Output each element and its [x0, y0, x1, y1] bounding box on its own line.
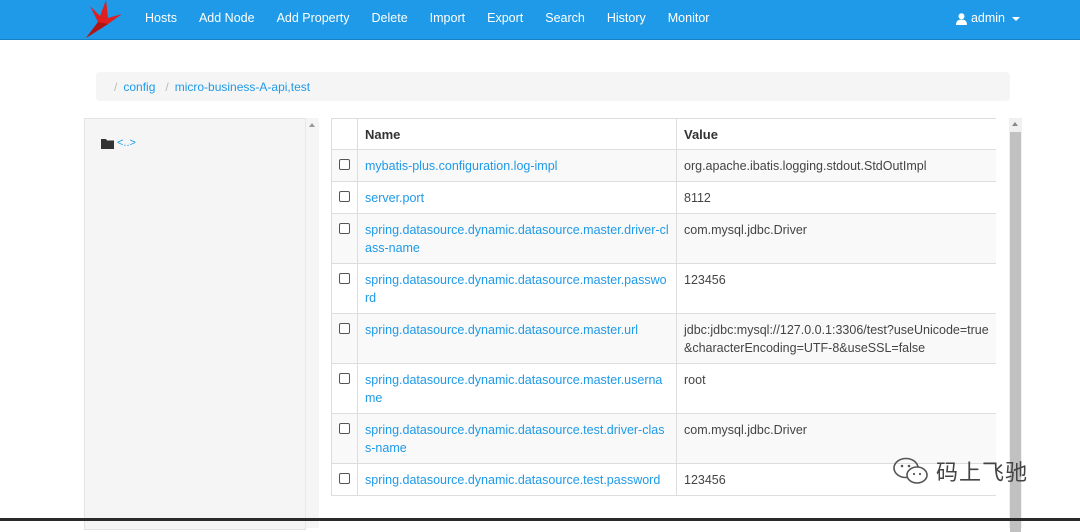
property-name-link[interactable]: spring.datasource.dynamic.datasource.mas… — [365, 323, 638, 337]
table-row: mybatis-plus.configuration.log-impl org.… — [331, 149, 996, 182]
nav-export[interactable]: Export — [476, 0, 534, 39]
wechat-icon — [893, 457, 928, 484]
user-menu[interactable]: admin — [955, 0, 1020, 37]
header-select — [331, 118, 358, 150]
property-value: com.mysql.jdbc.Driver — [684, 423, 807, 437]
table-row: spring.datasource.dynamic.datasource.mas… — [331, 213, 996, 264]
property-name-link[interactable]: spring.datasource.dynamic.datasource.mas… — [365, 273, 667, 305]
user-icon — [955, 12, 967, 25]
nav-menu: Hosts Add Node Add Property Delete Impor… — [134, 0, 720, 39]
bird-logo-icon[interactable] — [84, 0, 124, 40]
nav-monitor[interactable]: Monitor — [657, 0, 721, 39]
name-cell: spring.datasource.dynamic.datasource.mas… — [357, 263, 677, 314]
user-name: admin — [970, 11, 1005, 25]
table-row: spring.datasource.dynamic.datasource.mas… — [331, 363, 996, 414]
name-cell: mybatis-plus.configuration.log-impl — [357, 149, 677, 182]
row-checkbox[interactable] — [339, 473, 350, 484]
property-name-link[interactable]: spring.datasource.dynamic.datasource.mas… — [365, 373, 662, 405]
property-name-link[interactable]: spring.datasource.dynamic.datasource.mas… — [365, 223, 669, 255]
property-value: 123456 — [684, 473, 726, 487]
scroll-up-icon[interactable] — [309, 123, 315, 127]
table-row: spring.datasource.dynamic.datasource.mas… — [331, 313, 996, 364]
table-row: server.port 8112 — [331, 181, 996, 214]
row-checkbox[interactable] — [339, 273, 350, 284]
name-cell: spring.datasource.dynamic.datasource.mas… — [357, 213, 677, 264]
value-cell: root — [676, 363, 996, 414]
value-cell: 123456 — [676, 263, 996, 314]
property-name-link[interactable]: server.port — [365, 191, 424, 205]
row-select-cell — [331, 213, 358, 264]
value-cell: org.apache.ibatis.logging.stdout.StdOutI… — [676, 149, 996, 182]
property-value: com.mysql.jdbc.Driver — [684, 223, 807, 237]
name-cell: spring.datasource.dynamic.datasource.tes… — [357, 413, 677, 464]
scroll-up-icon[interactable] — [1012, 122, 1018, 126]
parent-folder-item[interactable]: <..> — [101, 137, 136, 149]
property-value: 8112 — [684, 191, 711, 205]
breadcrumb: / config / micro-business-A-api,test — [96, 72, 1010, 101]
property-value: root — [684, 373, 706, 387]
property-name-link[interactable]: spring.datasource.dynamic.datasource.tes… — [365, 473, 660, 487]
breadcrumb-separator: / — [165, 79, 169, 94]
chevron-down-icon — [1012, 16, 1020, 21]
name-cell: server.port — [357, 181, 677, 214]
row-select-cell — [331, 149, 358, 182]
property-value: org.apache.ibatis.logging.stdout.StdOutI… — [684, 159, 927, 173]
header-name[interactable]: Name — [357, 118, 677, 150]
name-cell: spring.datasource.dynamic.datasource.tes… — [357, 463, 677, 496]
row-checkbox[interactable] — [339, 159, 350, 170]
row-checkbox[interactable] — [339, 423, 350, 434]
table-header-row: Name Value — [331, 118, 996, 150]
parent-folder-link[interactable]: <..> — [117, 137, 136, 149]
node-tree-panel: <..> — [84, 118, 306, 530]
row-select-cell — [331, 463, 358, 496]
nav-history[interactable]: History — [596, 0, 657, 39]
row-select-cell — [331, 413, 358, 464]
row-select-cell — [331, 263, 358, 314]
watermark-text: 码上飞驰 — [936, 461, 1029, 486]
row-checkbox[interactable] — [339, 223, 350, 234]
table-row: spring.datasource.dynamic.datasource.mas… — [331, 263, 996, 314]
row-checkbox[interactable] — [339, 373, 350, 384]
folder-icon — [101, 138, 114, 149]
nav-delete[interactable]: Delete — [361, 0, 419, 39]
breadcrumb-config[interactable]: config — [123, 80, 155, 94]
nav-add-node[interactable]: Add Node — [188, 0, 266, 39]
breadcrumb-node[interactable]: micro-business-A-api,test — [175, 80, 310, 94]
wechat-watermark: 码上飞驰 — [892, 455, 1028, 487]
breadcrumb-separator: / — [114, 79, 118, 94]
nav-add-property[interactable]: Add Property — [266, 0, 361, 39]
row-checkbox[interactable] — [339, 323, 350, 334]
row-select-cell — [331, 181, 358, 214]
property-table: Name Value mybatis-plus.configuration.lo… — [331, 118, 996, 496]
value-cell: jdbc:jdbc:mysql://127.0.0.1:3306/test?us… — [676, 313, 996, 364]
property-value: 123456 — [684, 273, 726, 287]
row-select-cell — [331, 313, 358, 364]
row-select-cell — [331, 363, 358, 414]
nav-import[interactable]: Import — [419, 0, 476, 39]
name-cell: spring.datasource.dynamic.datasource.mas… — [357, 313, 677, 364]
row-checkbox[interactable] — [339, 191, 350, 202]
sidebar-scrollbar[interactable] — [305, 118, 319, 528]
nav-hosts[interactable]: Hosts — [134, 0, 188, 39]
name-cell: spring.datasource.dynamic.datasource.mas… — [357, 363, 677, 414]
header-value[interactable]: Value — [676, 118, 996, 150]
property-name-link[interactable]: mybatis-plus.configuration.log-impl — [365, 159, 557, 173]
value-cell: 8112 — [676, 181, 996, 214]
property-name-link[interactable]: spring.datasource.dynamic.datasource.tes… — [365, 423, 664, 455]
top-navbar: Hosts Add Node Add Property Delete Impor… — [0, 0, 1080, 40]
property-value: jdbc:jdbc:mysql://127.0.0.1:3306/test?us… — [684, 323, 989, 355]
nav-search[interactable]: Search — [534, 0, 596, 39]
value-cell: com.mysql.jdbc.Driver — [676, 213, 996, 264]
